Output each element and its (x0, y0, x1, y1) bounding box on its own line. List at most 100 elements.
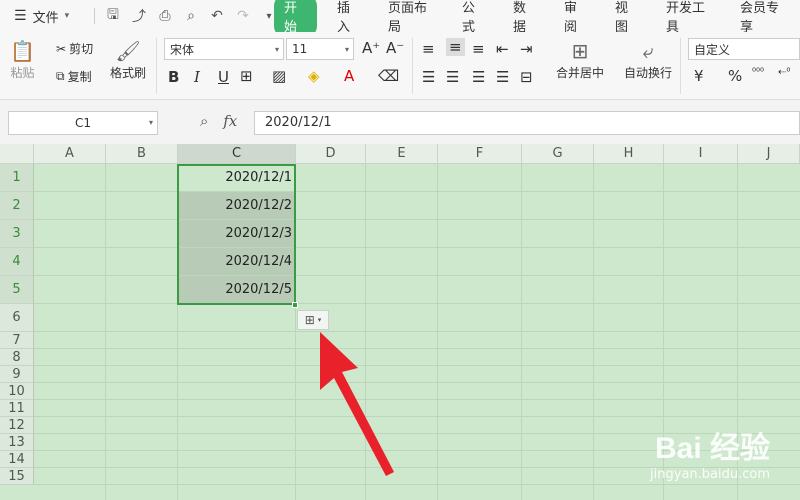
thousands-separator-icon[interactable]: ⁰⁰⁰ (752, 67, 764, 78)
align-middle-icon[interactable]: ≡ (446, 38, 465, 56)
column-header-j[interactable]: J (738, 144, 800, 164)
grid-line (34, 191, 800, 192)
tab-review[interactable]: 审阅 (550, 0, 601, 35)
font-color-icon[interactable]: A (344, 67, 354, 85)
row-header-5[interactable]: 5 (0, 276, 34, 304)
watermark-logo: Bai 经验 (654, 432, 770, 465)
auto-fill-options-button[interactable]: ⊞ ▾ (297, 310, 329, 330)
number-format-select[interactable]: 自定义 (688, 38, 800, 60)
undo-icon[interactable]: ↶ (209, 8, 225, 24)
indent-icon[interactable]: ⇥ (520, 40, 533, 58)
currency-button[interactable]: ¥ (694, 67, 704, 85)
column-header-d[interactable]: D (296, 144, 366, 164)
row-header-2[interactable]: 2 (0, 192, 34, 220)
auto-wrap-label: 自动换行 (624, 66, 673, 80)
chevron-down-icon: ▾ (317, 316, 322, 324)
export-icon[interactable]: ⤴ (131, 6, 147, 26)
column-header-h[interactable]: H (594, 144, 664, 164)
row-header-14[interactable]: 14 (0, 451, 34, 468)
row-header-12[interactable]: 12 (0, 417, 34, 434)
number-format-value: 自定义 (694, 42, 731, 57)
fill-style-icon[interactable]: ▨ (272, 67, 286, 85)
grid-line (34, 399, 800, 400)
column-header-e[interactable]: E (366, 144, 438, 164)
increase-font-icon[interactable]: A⁺ (362, 39, 380, 57)
spreadsheet-grid[interactable]: A B C D E F G H I J 1 2 3 4 5 6 7 8 9 10… (0, 144, 800, 500)
print-preview-icon[interactable]: ⌕ (183, 8, 199, 24)
grid-line (34, 416, 800, 417)
row-header-7[interactable]: 7 (0, 332, 34, 349)
menu-bar: ☰ 文件 ▾ 🖫 ⤴ ⎙ ⌕ ↶ ↷ ▾ 开始 插入 页面布局 公式 数据 审阅… (0, 0, 800, 38)
file-menu-label: 文件 (32, 10, 59, 26)
formula-input[interactable]: 2020/12/1 (254, 111, 800, 135)
tab-developer[interactable]: 开发工具 (652, 0, 726, 35)
row-header-6[interactable]: 6 (0, 304, 34, 332)
zoom-icon[interactable]: ⌕ (200, 112, 208, 130)
tab-member[interactable]: 会员专享 (726, 0, 800, 35)
save-icon[interactable]: 🖫 (105, 4, 121, 28)
column-header-f[interactable]: F (438, 144, 522, 164)
quick-access-toolbar: 🖫 ⤴ ⎙ ⌕ ↶ ↷ ▾ (94, 4, 277, 28)
row-header-1[interactable]: 1 (0, 164, 34, 192)
divider (156, 38, 157, 94)
name-box[interactable]: C1 ▾ (8, 111, 158, 135)
paste-button[interactable]: 📋 粘贴 (10, 38, 35, 81)
tab-formulas[interactable]: 公式 (448, 0, 499, 35)
column-header-c[interactable]: C (178, 144, 296, 164)
row-header-11[interactable]: 11 (0, 400, 34, 417)
column-header-i[interactable]: I (664, 144, 738, 164)
align-top-icon[interactable]: ≡ (422, 40, 435, 58)
auto-wrap-button[interactable]: ⤶ 自动换行 (624, 38, 672, 81)
font-size-select[interactable]: 11 ▾ (286, 38, 354, 60)
bold-icon[interactable]: B (168, 68, 179, 86)
grid-line (34, 382, 800, 383)
wrap-icon: ⤶ (642, 39, 654, 63)
cut-button[interactable]: ✂ 剪切 (56, 40, 93, 57)
fill-color-icon[interactable]: ◈ (308, 67, 320, 85)
align-left-icon[interactable]: ☰ (422, 68, 435, 86)
tab-page-layout[interactable]: 页面布局 (374, 0, 448, 35)
select-all-corner[interactable] (0, 144, 34, 164)
italic-icon[interactable]: I (194, 68, 200, 86)
column-header-b[interactable]: B (106, 144, 178, 164)
border-icon[interactable]: ⊞ (240, 67, 253, 85)
row-header-9[interactable]: 9 (0, 366, 34, 383)
eraser-icon[interactable]: ⌫ (378, 67, 399, 85)
redo-icon[interactable]: ↷ (235, 8, 251, 24)
font-name-select[interactable]: 宋体 ▾ (164, 38, 284, 60)
decimal-icon[interactable]: ⇠⁰ (778, 67, 790, 78)
print-icon[interactable]: ⎙ (157, 8, 173, 24)
fill-handle[interactable] (292, 302, 298, 308)
row-header-13[interactable]: 13 (0, 434, 34, 451)
justify-icon[interactable]: ☰ (496, 68, 509, 86)
font-name-value: 宋体 (170, 42, 195, 57)
outdent-icon[interactable]: ⇤ (496, 40, 509, 58)
decrease-font-icon[interactable]: A⁻ (386, 39, 404, 57)
percent-button[interactable]: % (728, 67, 742, 85)
row-header-8[interactable]: 8 (0, 349, 34, 366)
file-menu[interactable]: ☰ 文件 ▾ (0, 7, 88, 26)
row-header-4[interactable]: 4 (0, 248, 34, 276)
distribute-icon[interactable]: ⊟ (520, 68, 533, 86)
row-header-15[interactable]: 15 (0, 468, 34, 485)
row-header-3[interactable]: 3 (0, 220, 34, 248)
column-header-a[interactable]: A (34, 144, 106, 164)
merge-center-button[interactable]: ⊞ 合并居中 (556, 38, 604, 81)
tab-view[interactable]: 视图 (601, 0, 652, 35)
tab-data[interactable]: 数据 (499, 0, 550, 35)
align-right-icon[interactable]: ☰ (472, 68, 485, 86)
function-icon[interactable]: fx (223, 112, 237, 130)
formula-icons: ⌕ fx (200, 112, 237, 130)
align-center-icon[interactable]: ☰ (446, 68, 459, 86)
copy-button[interactable]: ⧉ 复制 (56, 68, 92, 85)
column-header-g[interactable]: G (522, 144, 594, 164)
cut-label: 剪切 (69, 42, 94, 56)
brush-icon: 🖌 (115, 39, 141, 63)
row-header-10[interactable]: 10 (0, 383, 34, 400)
underline-icon[interactable]: U (218, 68, 229, 86)
grid-line (34, 348, 800, 349)
format-painter-button[interactable]: 🖌 格式刷 (110, 38, 146, 81)
align-bottom-icon[interactable]: ≡ (472, 40, 485, 58)
copy-icon: ⧉ (56, 69, 65, 83)
tab-insert[interactable]: 插入 (323, 0, 374, 35)
